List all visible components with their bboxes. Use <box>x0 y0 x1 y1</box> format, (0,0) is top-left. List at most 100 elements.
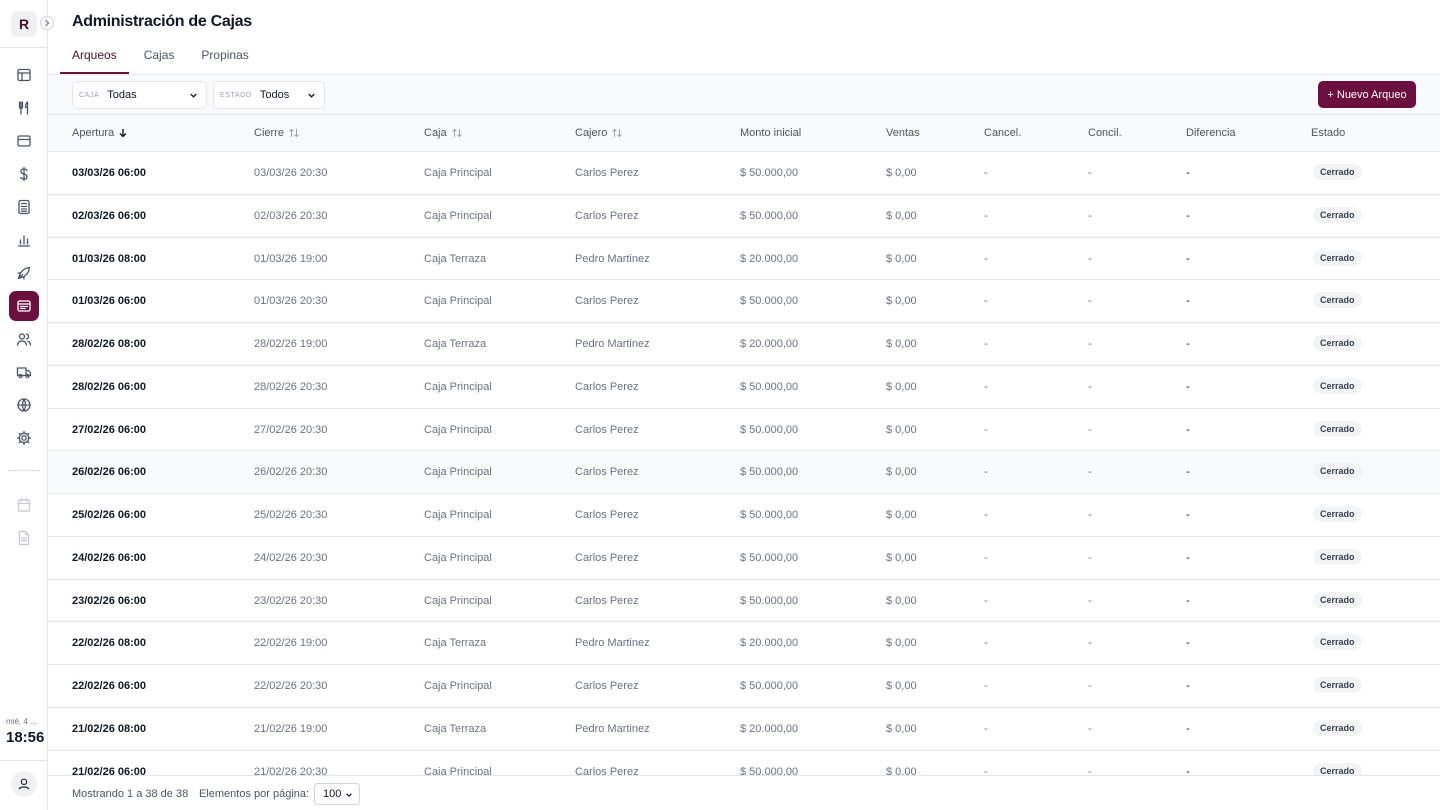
cell-ventas: $ 0,00 <box>886 637 917 650</box>
cell-ventas: $ 0,00 <box>886 722 917 735</box>
table-row[interactable]: 03/03/26 06:00 03/03/26 20:30 Caja Princip… <box>48 152 1440 195</box>
cell-ventas: $ 0,00 <box>886 594 917 607</box>
cell-cierre: 25/02/26 20:30 <box>254 509 328 521</box>
sidebar-item-bar-chart[interactable] <box>9 225 39 255</box>
status-badge: Cerrado <box>1313 719 1362 736</box>
tab-cajas[interactable]: Cajas <box>144 40 175 74</box>
sidebar-item-rocket[interactable] <box>9 258 39 288</box>
column-header-diferencia: Diferencia <box>1186 127 1236 139</box>
column-header-cierre[interactable]: Cierre <box>254 127 300 139</box>
caja-filter-select[interactable]: CAJA Todas <box>72 81 207 109</box>
cell-caja: Caja Principal <box>424 509 492 521</box>
tab-propinas[interactable]: Propinas <box>201 40 248 74</box>
table-row[interactable]: 01/03/26 06:00 01/03/26 20:30 Caja Princip… <box>48 280 1440 323</box>
cell-cajero: Carlos Perez <box>575 509 639 521</box>
cell-cajero: Pedro Martinez <box>575 338 650 350</box>
app-logo[interactable]: R <box>11 11 37 37</box>
cell-ventas: $ 0,00 <box>886 209 917 222</box>
cell-cajero: Pedro Martinez <box>575 722 650 735</box>
cell-apertura: 24/02/26 06:00 <box>72 551 147 564</box>
cell-concil: - <box>1088 637 1092 650</box>
sidebar-item-dollar[interactable] <box>9 159 39 189</box>
cell-apertura: 21/02/26 08:00 <box>72 722 147 735</box>
table-row[interactable]: 24/02/26 06:00 24/02/26 20:30 Caja Princip… <box>48 537 1440 580</box>
column-header-apertura[interactable]: Apertura <box>72 127 128 139</box>
per-page-value: 100 <box>323 788 342 800</box>
per-page-select[interactable]: 100 <box>314 783 360 805</box>
table-row[interactable]: 25/02/26 06:00 25/02/26 20:30 Caja Princip… <box>48 494 1440 537</box>
table-footer: Mostrando 1 a 38 de 38 Elementos por pág… <box>48 775 1440 810</box>
column-header-monto-inicial: Monto inicial <box>740 127 802 139</box>
chevron-right-icon[interactable] <box>40 16 54 30</box>
column-header-cancel: Cancel. <box>984 127 1022 139</box>
cell-caja: Caja Principal <box>424 380 492 393</box>
cell-cancel: - <box>984 167 988 179</box>
column-header-cajero[interactable]: Cajero <box>575 127 623 139</box>
column-header-estado: Estado <box>1311 127 1346 139</box>
cell-concil: - <box>1088 338 1092 350</box>
table-row[interactable]: 01/03/26 08:00 01/03/26 19:00 Caja Terraza… <box>48 238 1440 281</box>
cell-diferencia: - <box>1186 380 1190 393</box>
calculator-icon <box>18 199 30 215</box>
cell-cajero: Carlos Perez <box>575 680 639 692</box>
sidebar-item-globe[interactable] <box>9 390 39 420</box>
document-icon <box>18 530 30 546</box>
cell-caja: Caja Principal <box>424 466 492 479</box>
cell-cancel: - <box>984 680 988 692</box>
sidebar-item-layout[interactable] <box>9 60 39 90</box>
column-header-concil: Concil. <box>1088 127 1122 139</box>
cell-concil: - <box>1088 594 1092 607</box>
table-row[interactable]: 28/02/26 06:00 28/02/26 20:30 Caja Princip… <box>48 366 1440 409</box>
cell-cancel: - <box>984 466 988 479</box>
table-row[interactable]: 28/02/26 08:00 28/02/26 19:00 Caja Terraza… <box>48 323 1440 366</box>
cell-caja: Caja Terraza <box>424 252 487 265</box>
column-header-caja[interactable]: Caja <box>424 127 463 139</box>
sidebar-item-utensils[interactable] <box>9 93 39 123</box>
sidebar-item-gear[interactable] <box>9 423 39 453</box>
table-row[interactable]: 27/02/26 06:00 27/02/26 20:30 Caja Princip… <box>48 409 1440 452</box>
sidebar-item-calendar[interactable] <box>9 490 39 520</box>
sidebar-item-truck[interactable] <box>9 357 39 387</box>
sidebar-item-cash-register[interactable] <box>9 291 39 321</box>
table-row[interactable]: 21/02/26 06:00 21/02/26 20:30 Caja Princip… <box>48 751 1440 776</box>
page-title: Administración de Cajas <box>72 13 252 30</box>
cell-cierre: 28/02/26 19:00 <box>254 338 328 350</box>
cell-concil: - <box>1088 466 1092 479</box>
rocket-icon <box>17 266 31 280</box>
sidebar-item-users[interactable] <box>9 324 39 354</box>
pagination-count: Mostrando 1 a 38 de 38 <box>72 788 189 800</box>
cell-caja: Caja Principal <box>424 765 492 776</box>
table-row[interactable]: 26/02/26 06:00 26/02/26 20:30 Caja Princip… <box>48 451 1440 494</box>
status-badge: Cerrado <box>1313 206 1362 223</box>
status-badge: Cerrado <box>1313 591 1362 608</box>
cell-cierre: 22/02/26 20:30 <box>254 680 328 692</box>
table-row[interactable]: 22/02/26 08:00 22/02/26 19:00 Caja Terraza… <box>48 622 1440 665</box>
sidebar-item-menu-card[interactable] <box>9 126 39 156</box>
new-arqueo-button[interactable]: + Nuevo Arqueo <box>1318 81 1416 108</box>
sidebar-item-calculator[interactable] <box>9 192 39 222</box>
table-row[interactable]: 21/02/26 08:00 21/02/26 19:00 Caja Terraza… <box>48 708 1440 751</box>
status-badge: Cerrado <box>1313 762 1362 775</box>
status-badge: Cerrado <box>1313 677 1362 693</box>
cell-apertura: 01/03/26 08:00 <box>72 252 147 265</box>
table-row[interactable]: 23/02/26 06:00 23/02/26 20:30 Caja Princip… <box>48 580 1440 623</box>
table-row[interactable]: 22/02/26 06:00 22/02/26 20:30 Caja Princip… <box>48 665 1440 708</box>
cell-diferencia: - <box>1186 722 1190 735</box>
sidebar-item-document[interactable] <box>9 523 39 553</box>
table-row[interactable]: 02/03/26 06:00 02/03/26 20:30 Caja Princip… <box>48 195 1440 238</box>
cell-cierre: 27/02/26 20:30 <box>254 423 328 436</box>
estado-filter-select[interactable]: ESTADO Todos <box>213 81 325 109</box>
cell-diferencia: - <box>1186 509 1190 521</box>
tab-arqueos[interactable]: Arqueos <box>60 40 129 74</box>
cell-diferencia: - <box>1186 680 1190 692</box>
cell-apertura: 01/03/26 06:00 <box>72 295 147 308</box>
cell-ventas: $ 0,00 <box>886 551 917 564</box>
cell-ventas: $ 0,00 <box>886 680 917 692</box>
cell-cajero: Carlos Perez <box>575 423 639 436</box>
chevron-down-icon <box>346 793 352 798</box>
cell-cajero: Carlos Perez <box>575 295 639 308</box>
user-avatar[interactable] <box>11 771 37 797</box>
cell-cajero: Carlos Perez <box>575 380 639 393</box>
cell-cancel: - <box>984 380 988 393</box>
sidebar: R mié, 4 ... 18:56 <box>0 0 54 810</box>
